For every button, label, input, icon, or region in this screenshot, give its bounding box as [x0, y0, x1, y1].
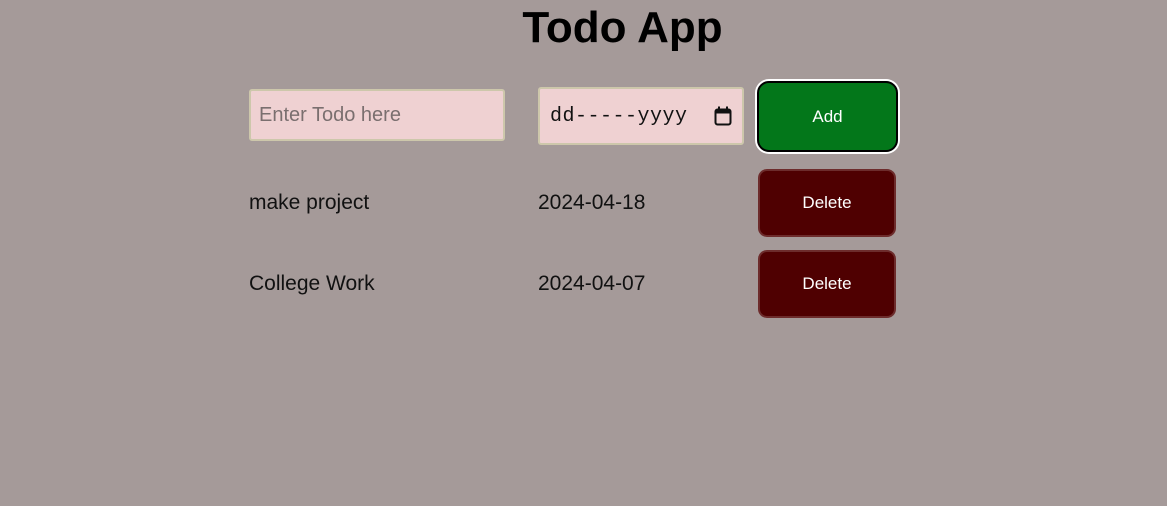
todo-row: College Work 2024-04-07 Delete: [249, 250, 897, 318]
todo-row: make project 2024-04-18 Delete: [249, 169, 897, 237]
delete-button[interactable]: Delete: [758, 169, 896, 237]
todo-date: 2024-04-18: [538, 191, 646, 214]
todo-input[interactable]: [249, 89, 505, 141]
todo-date: 2024-04-07: [538, 272, 646, 295]
todo-name: make project: [249, 191, 370, 214]
add-button[interactable]: Add: [757, 81, 898, 152]
page-title: Todo App: [522, 3, 723, 52]
calendar-icon[interactable]: [714, 106, 732, 126]
date-input-placeholder: dd-----yyyy: [550, 104, 688, 128]
date-input[interactable]: dd-----yyyy: [538, 87, 744, 145]
todo-name: College Work: [249, 272, 375, 295]
delete-button[interactable]: Delete: [758, 250, 896, 318]
